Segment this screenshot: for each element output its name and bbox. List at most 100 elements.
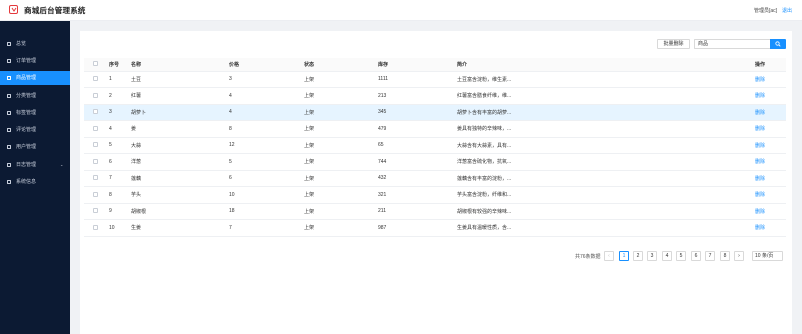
cell-description: 红薯富含膳食纤维，维...: [457, 87, 755, 105]
search-input[interactable]: 商品: [694, 39, 770, 49]
row-checkbox[interactable]: [93, 76, 98, 82]
product-table: 序号 名称 价格 状态 库存 简介 操作 1 土豆 3 上架 1111 土豆富含…: [84, 58, 786, 237]
table-row: 2 红薯 4 上架 213 红薯富含膳食纤维，维... 删除: [84, 87, 786, 105]
column-header: 状态: [304, 58, 378, 72]
cell-stock: 211: [378, 203, 457, 220]
sidebar-item-label: 总览: [16, 41, 27, 47]
column-header: 库存: [378, 58, 457, 72]
cell-index: 9: [109, 203, 131, 220]
delete-link[interactable]: 删除: [755, 153, 786, 171]
table-row: 4 姜 8 上架 479 姜具有独特的辛辣味，... 删除: [84, 120, 786, 138]
table-row: 1 土豆 3 上架 1111 土豆富含淀粉，维生素... 删除: [84, 71, 786, 88]
cell-name: 土豆: [131, 71, 229, 88]
cell-description: 芋头富含淀粉，纤维和...: [457, 186, 755, 204]
row-checkbox[interactable]: [93, 142, 98, 148]
column-header: 操作: [755, 58, 786, 72]
pagination-total: 共76条数据: [575, 254, 601, 260]
page-size-select[interactable]: 10 条/页: [752, 251, 783, 261]
cell-status: 上架: [304, 170, 378, 187]
column-header: 名称: [131, 58, 229, 72]
table-row: 6 洋葱 5 上架 744 洋葱富含硫化物，抗氧... 删除: [84, 153, 786, 171]
grid-icon: [7, 59, 11, 63]
pagination-prev-button[interactable]: ‹: [604, 251, 614, 261]
pagination-page-3[interactable]: 3: [647, 251, 657, 261]
cell-description: 洋葱富含硫化物，抗氧...: [457, 153, 755, 171]
sidebar: 总览 订单管理 商品管理 分类管理 标签管理 评论管理 用户管理 日志管理 ⌄ …: [0, 21, 70, 334]
pagination-page-1[interactable]: 1: [619, 251, 629, 261]
select-all-checkbox[interactable]: [93, 61, 98, 67]
cell-name: 红薯: [131, 87, 229, 105]
cell-index: 7: [109, 170, 131, 187]
sidebar-item-users[interactable]: 用户管理: [0, 140, 70, 154]
sidebar-item-categories[interactable]: 分类管理: [0, 89, 70, 103]
cell-price: 10: [229, 186, 304, 204]
table-row: 3 胡萝卜 4 上架 345 胡萝卜含有丰富的胡萝... 删除: [84, 104, 786, 121]
delete-link[interactable]: 删除: [755, 219, 786, 237]
cell-stock: 479: [378, 120, 457, 138]
delete-link[interactable]: 删除: [755, 104, 786, 121]
row-checkbox[interactable]: [93, 191, 98, 197]
delete-link[interactable]: 删除: [755, 120, 786, 138]
grid-icon: [7, 111, 11, 115]
cell-status: 上架: [304, 219, 378, 237]
pagination-page-7[interactable]: 7: [705, 251, 715, 261]
table-row: 8 芋头 10 上架 321 芋头富含淀粉，纤维和... 删除: [84, 186, 786, 204]
pagination-page-8[interactable]: 8: [720, 251, 730, 261]
cell-price: 7: [229, 219, 304, 237]
sidebar-item-label: 分类管理: [16, 93, 37, 99]
cell-stock: 432: [378, 170, 457, 187]
row-checkbox[interactable]: [93, 224, 98, 230]
pagination-page-4[interactable]: 4: [662, 251, 672, 261]
search-icon: [775, 41, 781, 47]
cell-price: 5: [229, 153, 304, 171]
search-button[interactable]: [770, 39, 786, 49]
pagination-page-5[interactable]: 5: [676, 251, 686, 261]
delete-link[interactable]: 删除: [755, 87, 786, 105]
row-checkbox[interactable]: [93, 158, 98, 164]
cell-description: 莲藕含有丰富的淀粉，...: [457, 170, 755, 187]
cell-description: 生姜具有温暖性质，含...: [457, 219, 755, 237]
pagination-page-6[interactable]: 6: [691, 251, 701, 261]
pagination-page-2[interactable]: 2: [633, 251, 643, 261]
sidebar-item-orders[interactable]: 订单管理: [0, 54, 70, 68]
table-header-row: 序号 名称 价格 状态 库存 简介 操作: [84, 58, 786, 72]
sidebar-item-tags[interactable]: 标签管理: [0, 106, 70, 120]
grid-icon: [7, 145, 11, 149]
column-header: 简介: [457, 58, 755, 72]
delete-link[interactable]: 删除: [755, 137, 786, 154]
cell-status: 上架: [304, 186, 378, 204]
logout-link[interactable]: 退出: [782, 7, 792, 14]
cell-name: 生姜: [131, 219, 229, 237]
delete-link[interactable]: 删除: [755, 186, 786, 204]
cell-price: 12: [229, 137, 304, 154]
sidebar-item-overview[interactable]: 总览: [0, 37, 70, 51]
cell-price: 4: [229, 87, 304, 105]
sidebar-item-products[interactable]: 商品管理: [0, 71, 70, 85]
grid-icon: [7, 128, 11, 132]
row-checkbox[interactable]: [93, 175, 98, 181]
row-checkbox[interactable]: [93, 92, 98, 98]
delete-link[interactable]: 删除: [755, 170, 786, 187]
cell-price: 18: [229, 203, 304, 220]
row-checkbox[interactable]: [93, 208, 98, 214]
cell-stock: 987: [378, 219, 457, 237]
pagination-next-button[interactable]: ›: [734, 251, 744, 261]
cell-name: 莲藕: [131, 170, 229, 187]
grid-icon: [7, 76, 11, 80]
delete-link[interactable]: 删除: [755, 71, 786, 88]
sidebar-item-label: 系统信息: [16, 179, 37, 185]
row-checkbox[interactable]: [93, 109, 98, 115]
sidebar-item-system-info[interactable]: 系统信息: [0, 175, 70, 189]
cell-stock: 744: [378, 153, 457, 171]
grid-icon: [7, 163, 11, 167]
sidebar-item-logs[interactable]: 日志管理 ⌄: [0, 158, 70, 172]
table-row: 9 胡椒根 18 上架 211 胡椒根有较强的辛辣味... 删除: [84, 203, 786, 220]
cell-stock: 65: [378, 137, 457, 154]
cell-name: 大蒜: [131, 137, 229, 154]
cell-status: 上架: [304, 137, 378, 154]
batch-delete-button[interactable]: 批量删除: [657, 39, 690, 49]
row-checkbox[interactable]: [93, 125, 98, 131]
delete-link[interactable]: 删除: [755, 203, 786, 220]
cell-status: 上架: [304, 87, 378, 105]
sidebar-item-comments[interactable]: 评论管理: [0, 123, 70, 137]
